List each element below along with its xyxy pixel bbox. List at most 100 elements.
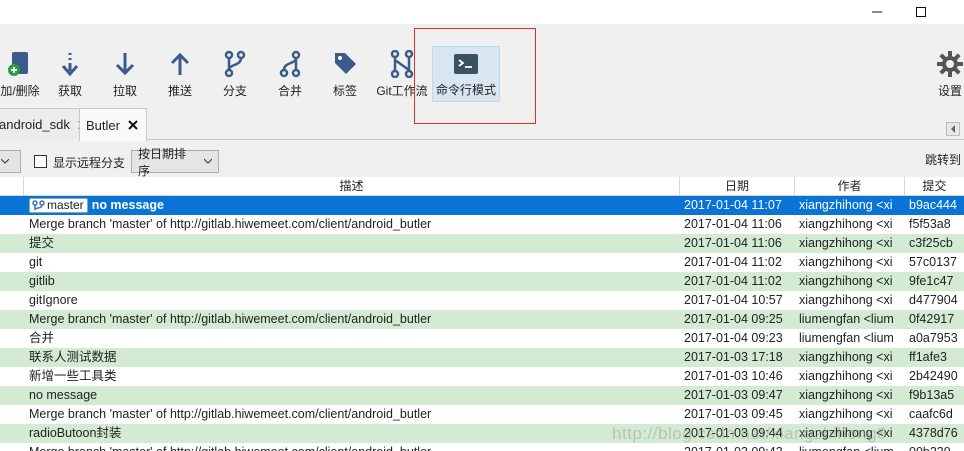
toolbar-fetch-button[interactable]: 获取	[50, 48, 90, 102]
table-row[interactable]: radioButoon封装 2017-01-03 09:44 xiangzhihon…	[0, 424, 964, 443]
commit-message: 合并	[29, 331, 55, 345]
toolbar-branch-button[interactable]: 分支	[215, 48, 255, 102]
column-header-graph[interactable]	[0, 177, 24, 196]
column-header-date[interactable]: 日期	[680, 177, 795, 196]
toolbar-git-flow-button[interactable]: Git工作流	[374, 48, 430, 102]
fetch-icon	[50, 48, 90, 78]
tab-scroll-left-button[interactable]	[946, 122, 960, 136]
toolbar-tag-button[interactable]: 标签	[325, 48, 365, 102]
commit-hash-cell: 4378d76	[909, 426, 958, 440]
description-cell: Merge branch 'master' of http://gitlab.h…	[29, 443, 679, 451]
toolbar-push-button[interactable]: 推送	[160, 48, 200, 102]
commit-hash-cell: c3f25cb	[909, 236, 953, 250]
table-row[interactable]: no message 2017-01-03 09:47 xiangzhihong <…	[0, 386, 964, 405]
table-row[interactable]: Merge branch 'master' of http://gitlab.h…	[0, 405, 964, 424]
date-cell: 2017-01-04 11:07	[684, 198, 782, 212]
commit-hash-cell: b9ac444	[909, 198, 957, 212]
commit-hash-cell: 57c0137	[909, 255, 957, 269]
author-cell: xiangzhihong <xi	[799, 255, 893, 269]
date-cell: 2017-01-04 10:57	[684, 293, 783, 307]
toolbar-add-remove-button[interactable]: 加/删除	[0, 48, 42, 102]
branch-icon	[32, 200, 45, 211]
column-header-description[interactable]: 描述	[24, 177, 680, 196]
table-row[interactable]: gitlib 2017-01-04 11:02 xiangzhihong <xi 9f…	[0, 272, 964, 291]
push-icon	[160, 48, 200, 78]
date-cell: 2017-01-03 09:47	[684, 388, 783, 402]
commit-hash-cell: 9fe1c47	[909, 274, 954, 288]
filter-bar: 显示远程分支 按日期排序 跳转到	[0, 141, 964, 178]
gear-icon	[932, 48, 964, 78]
commit-message: 新增一些工具类	[29, 369, 117, 383]
terminal-icon	[433, 47, 499, 77]
table-row[interactable]: 合并 2017-01-04 09:23 liumengfan <lium a0a795…	[0, 329, 964, 348]
author-cell: liumengfan <lium	[799, 312, 894, 326]
repository-tabs: android_sdk Butler	[0, 104, 964, 141]
commit-hash-cell: caafc6d	[909, 407, 953, 421]
author-cell: xiangzhihong <xi	[799, 350, 893, 364]
commit-message: Merge branch 'master' of http://gitlab.h…	[29, 312, 432, 326]
commit-message: gitIgnore	[29, 293, 78, 307]
pull-icon	[105, 48, 145, 78]
date-cell: 2017-01-04 11:02	[684, 255, 782, 269]
table-row[interactable]: Merge branch 'master' of http://gitlab.h…	[0, 310, 964, 329]
tab-label: Butler	[86, 117, 120, 133]
merge-icon	[270, 48, 310, 78]
author-cell: liumengfan <lium	[799, 443, 901, 451]
description-cell: no message	[29, 386, 679, 405]
date-cell: 2017-01-04 11:06	[684, 236, 782, 250]
branch-tag[interactable]: master	[29, 198, 88, 213]
toolbar-settings-button[interactable]: 设置	[932, 48, 964, 102]
description-cell: master no message	[29, 196, 679, 215]
date-cell: 2017-01-04 11:06	[684, 217, 782, 231]
table-row[interactable]: 联系人测试数据 2017-01-03 17:18 xiangzhihong <xi f…	[0, 348, 964, 367]
show-remote-branches-checkbox[interactable]	[34, 155, 47, 168]
jump-to-label: 跳转到	[925, 153, 962, 167]
commit-history-table: 描述 日期 作者 提交 master no message 2017-01-04 1…	[0, 177, 964, 451]
chevron-down-icon	[204, 159, 212, 164]
toolbar: 加/删除 获取 拉取 推送 分支 合并 标签 Git工作流 命令行模式 设置	[0, 24, 964, 106]
commit-message: Merge branch 'master' of http://gitlab.h…	[29, 407, 432, 421]
close-icon[interactable]	[126, 118, 140, 132]
commit-message: radioButoon封装	[29, 426, 122, 440]
minimize-button[interactable]	[854, 0, 900, 24]
minimize-icon	[872, 11, 882, 13]
column-header-author[interactable]: 作者	[795, 177, 905, 196]
chevron-down-icon	[1, 159, 9, 164]
show-remote-branches-label: 显示远程分支	[53, 156, 126, 170]
commit-message: Merge branch 'master' of http://gitlab.h…	[29, 445, 431, 451]
commit-hash-cell: 2b42490	[909, 369, 958, 383]
author-cell: xiangzhihong <xi	[799, 293, 893, 307]
table-row[interactable]: master no message 2017-01-04 11:07 xiangzhi…	[0, 196, 964, 215]
column-header-commit[interactable]: 提交	[905, 177, 964, 196]
table-row[interactable]: 新增一些工具类 2017-01-03 10:46 xiangzhihong <xi 2…	[0, 367, 964, 386]
branch-name: master	[47, 198, 84, 212]
toolbar-merge-button[interactable]: 合并	[270, 48, 310, 102]
maximize-button[interactable]	[898, 0, 944, 24]
table-row[interactable]: 提交 2017-01-04 11:06 xiangzhihong <xi c3f25c…	[0, 234, 964, 253]
sort-order-dropdown[interactable]: 按日期排序	[131, 147, 219, 178]
description-cell: gitlib	[29, 272, 679, 291]
description-cell: Merge branch 'master' of http://gitlab.h…	[29, 310, 679, 329]
tag-icon	[325, 48, 365, 78]
branch-icon	[215, 48, 255, 78]
chevron-left-icon	[951, 125, 955, 133]
title-bar	[0, 0, 964, 24]
author-cell: xiangzhihong <xi	[799, 407, 893, 421]
table-row[interactable]: Merge branch 'master' of http://gitlab.h…	[0, 215, 964, 234]
date-cell: 2017-01-04 09:25	[684, 312, 783, 326]
toolbar-terminal-button[interactable]: 命令行模式	[432, 46, 500, 102]
tab-butler[interactable]: Butler	[79, 108, 147, 141]
date-cell: 2017-01-03 10:46	[684, 369, 783, 383]
table-row[interactable]: git 2017-01-04 11:02 xiangzhihong <xi 57c01…	[0, 253, 964, 272]
author-cell: xiangzhihong <xi	[799, 236, 893, 250]
commit-message: 联系人测试数据	[29, 350, 117, 364]
commit-hash-cell: f5f53a8	[909, 217, 951, 231]
commit-message: 提交	[29, 236, 55, 250]
branch-filter-dropdown[interactable]	[0, 150, 21, 173]
table-row[interactable]: Merge branch 'master' of http://gitlab.h…	[0, 443, 964, 451]
author-cell: xiangzhihong <xi	[799, 274, 893, 288]
table-row[interactable]: gitIgnore 2017-01-04 10:57 xiangzhihong <x…	[0, 291, 964, 310]
commit-hash-cell: 09b239	[909, 443, 964, 451]
toolbar-pull-button[interactable]: 拉取	[105, 48, 145, 102]
description-cell: radioButoon封装	[29, 424, 679, 443]
